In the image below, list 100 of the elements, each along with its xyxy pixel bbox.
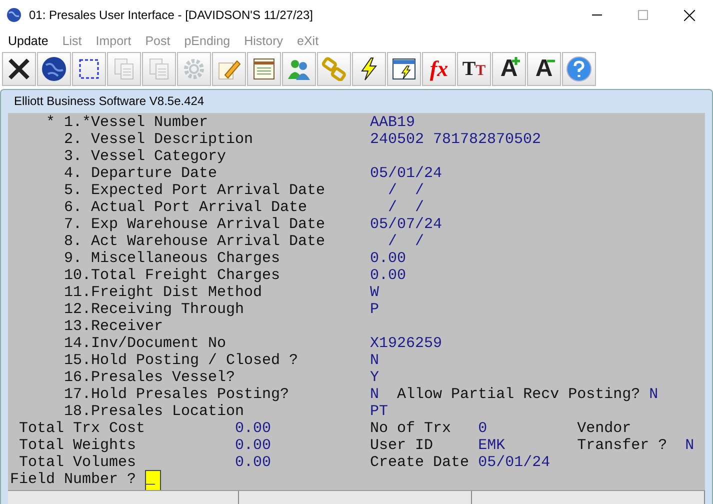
close-icon[interactable] xyxy=(684,10,695,20)
field-value: 0.00 xyxy=(370,250,406,267)
menu-item[interactable]: Update xyxy=(8,34,48,48)
toolbar-button[interactable] xyxy=(37,52,71,86)
close-x-icon xyxy=(7,57,31,81)
lightning-icon xyxy=(359,57,379,81)
field-number: 11. xyxy=(64,284,92,301)
total-label: Total Volumes xyxy=(19,454,136,471)
field-number: 8. xyxy=(64,232,82,250)
field-number: 4. xyxy=(64,164,82,182)
field-label: Departure Date xyxy=(91,164,218,182)
info-label: Create Date xyxy=(370,454,470,471)
field-value: AAB19 xyxy=(370,114,416,131)
field-label: Exp Warehouse Arrival Date xyxy=(91,216,326,233)
gear-icon xyxy=(182,57,206,81)
info-label: No of Trx xyxy=(370,420,452,437)
selection-icon xyxy=(79,59,99,79)
field-number: 6. xyxy=(64,198,82,216)
input-field[interactable]: _ xyxy=(145,470,161,491)
field-number: 12. xyxy=(64,300,92,318)
field-label: Presales Vessel? xyxy=(91,368,236,386)
help-icon xyxy=(566,56,592,82)
field-value: / / xyxy=(387,182,424,199)
total-value: 0.00 xyxy=(235,454,272,471)
field-label: Total Freight Charges xyxy=(91,266,280,284)
field-number: 18. xyxy=(64,402,92,420)
info-value: N xyxy=(685,436,694,454)
field-value: W xyxy=(370,284,380,301)
toolbar-button[interactable] xyxy=(2,52,36,86)
field-label: Vessel Number xyxy=(91,114,208,131)
field-value: 0.00 xyxy=(370,266,406,284)
globe-icon xyxy=(6,7,22,23)
field-number: 16. xyxy=(64,368,92,386)
required-marker: * xyxy=(82,114,92,131)
field-value: 240502 781782870502 xyxy=(370,130,542,148)
field-label: Miscellaneous Charges xyxy=(91,250,280,267)
field-value: N xyxy=(370,386,380,403)
field-value: Y xyxy=(370,368,380,386)
field-value: / / xyxy=(387,198,424,216)
total-label: Total Trx Cost xyxy=(19,420,146,437)
field-label: Inv/Document No xyxy=(91,334,226,352)
total-value: 0.00 xyxy=(235,436,272,454)
copy-icon xyxy=(113,57,135,81)
field-label: Hold Posting / Closed ? xyxy=(91,352,298,369)
field-label: Receiver xyxy=(91,318,164,335)
field-value: PT xyxy=(370,402,388,420)
field-number: 13. xyxy=(64,318,92,335)
field-number: 14. xyxy=(64,334,92,352)
field-label: Allow Partial Recv Posting? xyxy=(397,386,640,403)
field-label: Vessel Description xyxy=(91,130,254,148)
inner-window-title: Elliott Business Software V8.5e.424 xyxy=(14,94,204,108)
info-label: Vendor xyxy=(577,420,632,437)
field-label: Act Warehouse Arrival Date xyxy=(91,232,326,250)
field-number: 5. xyxy=(64,182,82,199)
info-value: 05/01/24 xyxy=(478,454,550,471)
field-value: 05/01/24 xyxy=(370,164,442,182)
field-number: 10. xyxy=(64,266,92,284)
toolbar-button[interactable]: A xyxy=(527,52,561,86)
field-label: Hold Presales Posting? xyxy=(91,386,290,403)
field-label: Freight Dist Method xyxy=(91,284,262,301)
total-label: Total Weights xyxy=(19,436,136,454)
users-icon xyxy=(286,57,312,81)
toolbar-button[interactable] xyxy=(72,52,106,86)
info-value: 0 xyxy=(478,420,488,437)
field-number: 2. xyxy=(64,130,82,148)
field-value: / / xyxy=(387,232,424,250)
window-lightning-icon xyxy=(392,57,416,81)
total-value: 0.00 xyxy=(235,420,272,437)
chain-icon xyxy=(322,57,346,81)
toolbar-button[interactable] xyxy=(352,52,386,86)
toolbar-button[interactable]: fx xyxy=(422,52,456,86)
field-number: 7. xyxy=(64,216,82,233)
field-value: N xyxy=(370,352,380,369)
field-number: 15. xyxy=(64,352,92,369)
prompt-label: Field Number ? xyxy=(10,470,136,488)
info-label: Transfer ? xyxy=(577,436,668,454)
field-number: 9. xyxy=(64,250,82,267)
field-value: 05/07/24 xyxy=(370,216,442,233)
current-field-marker: * xyxy=(46,114,56,131)
info-value: EMK xyxy=(478,436,506,454)
toolbar-button[interactable] xyxy=(387,52,421,86)
paste-icon xyxy=(148,57,170,81)
field-label: Actual Port Arrival Date xyxy=(91,198,308,216)
field-label: Receiving Through xyxy=(91,300,244,318)
field-number: 1. xyxy=(64,114,82,131)
globe-icon xyxy=(41,56,67,82)
toolbar-button[interactable] xyxy=(247,52,281,86)
field-number: 17. xyxy=(64,386,92,403)
field-value: P xyxy=(370,300,380,318)
field-label: Vessel Category xyxy=(91,148,226,165)
toolbar-button[interactable]: TT xyxy=(457,52,491,86)
field-label: Expected Port Arrival Date xyxy=(91,182,326,199)
field-value: X1926259 xyxy=(370,334,442,352)
field-number: 3. xyxy=(64,148,82,165)
field-value: N xyxy=(649,386,658,403)
window-title: 01: Presales User Interface - [DAVIDSON'S 11/27/23] xyxy=(29,8,313,22)
notepad-icon xyxy=(252,57,276,81)
toolbar-button[interactable]: A xyxy=(492,52,526,86)
field-label: Presales Location xyxy=(91,402,244,420)
info-label: User ID xyxy=(370,436,434,454)
